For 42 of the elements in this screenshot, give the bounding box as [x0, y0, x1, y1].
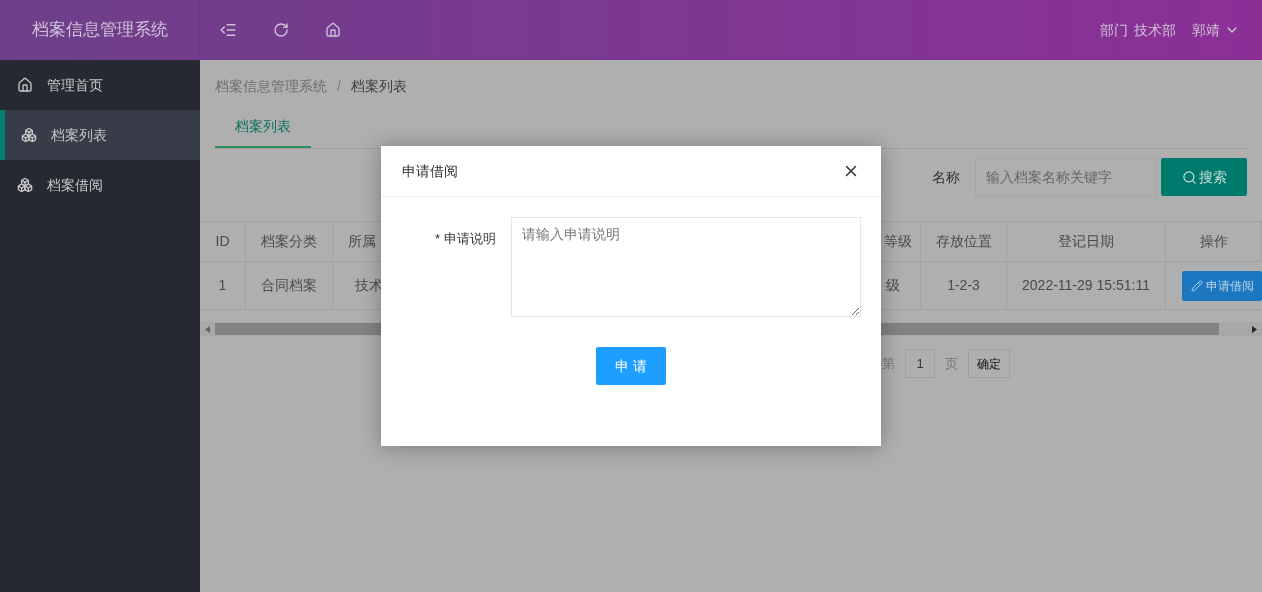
dialog-title: 申请借阅 — [402, 161, 458, 181]
page-unit-label: 页 — [945, 354, 958, 373]
user-menu[interactable]: 郭靖 — [1192, 19, 1240, 41]
breadcrumb-item: 档案列表 — [350, 77, 407, 96]
sidebar-item[interactable]: 档案借阅 — [0, 160, 200, 210]
scroll-right-icon[interactable] — [1252, 325, 1257, 333]
required-mark: * — [434, 230, 440, 248]
column-header: 登记日期 — [1007, 222, 1166, 262]
boxes-icon — [17, 177, 33, 193]
boxes-icon — [21, 127, 37, 143]
pencil-icon — [1190, 279, 1203, 292]
table-cell: 1 — [200, 262, 246, 310]
column-header: ID — [200, 222, 246, 262]
home-icon — [17, 77, 33, 93]
column-header: 存放位置 — [921, 222, 1007, 262]
submit-button[interactable]: 申 请 — [596, 347, 666, 385]
confirm-button[interactable]: 确定 — [968, 349, 1010, 378]
app-title: 档案信息管理系统 — [31, 19, 168, 42]
name-label: 名称 — [932, 167, 960, 187]
sidebar-item[interactable]: 档案列表 — [0, 110, 200, 160]
column-header: 操作 — [1166, 222, 1262, 262]
collapse-menu-icon[interactable] — [219, 21, 237, 39]
home-icon[interactable] — [325, 22, 341, 38]
search-icon — [1181, 169, 1197, 185]
page-input[interactable]: 1 — [905, 349, 935, 378]
refresh-icon[interactable] — [273, 22, 289, 38]
breadcrumb-item[interactable]: 档案信息管理系统 — [215, 76, 327, 97]
borrow-button[interactable]: 申请借阅 — [1182, 270, 1262, 301]
sidebar-item[interactable]: 管理首页 — [0, 60, 200, 110]
table-cell: 2022-11-29 15:51:11 — [1007, 262, 1166, 310]
scroll-left-icon[interactable] — [205, 325, 210, 333]
description-field[interactable]: 请输入申请说明 — [511, 217, 861, 317]
tab[interactable]: 档案列表 — [215, 107, 311, 148]
table-cell: 合同档案 — [246, 262, 333, 310]
breadcrumb-separator: / — [337, 77, 341, 96]
field-label: 申请说明 — [444, 230, 496, 248]
search-field[interactable]: 输入档案名称关键字 — [975, 158, 1157, 196]
department-name: 技术部 — [1134, 20, 1176, 40]
column-header: 档案分类 — [246, 222, 333, 262]
department-label: 部门 — [1100, 20, 1128, 40]
search-button[interactable]: 搜索 — [1161, 158, 1247, 196]
table-cell: 1-2-3 — [921, 262, 1007, 310]
